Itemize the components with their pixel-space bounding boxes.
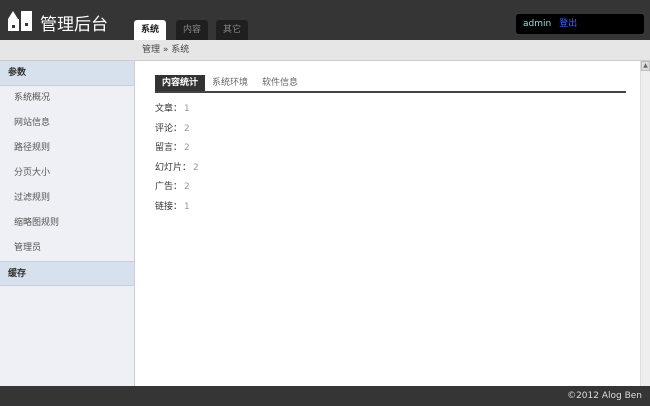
sidebar-item-overview[interactable]: 系统概况 bbox=[0, 86, 134, 111]
stat-row: 广告： 2 bbox=[155, 179, 199, 199]
stat-value: 2 bbox=[193, 162, 199, 173]
stat-label: 留言： bbox=[155, 143, 183, 153]
scrollbar[interactable]: ▲ bbox=[640, 61, 650, 386]
stat-row: 幻灯片： 2 bbox=[155, 160, 199, 180]
scroll-up-icon[interactable]: ▲ bbox=[641, 61, 650, 71]
stat-label: 评论： bbox=[155, 123, 183, 134]
tab-system-env[interactable]: 系统环境 bbox=[205, 75, 255, 91]
content-tabs: 内容统计 系统环境 软件信息 bbox=[155, 75, 626, 93]
stat-row: 评论： 2 bbox=[155, 121, 199, 141]
stat-label: 幻灯片： bbox=[155, 162, 192, 173]
footer: ©2012 Alog Ben bbox=[0, 386, 650, 406]
stat-label: 链接： bbox=[155, 201, 183, 212]
sidebar-section-cache[interactable]: 缓存 bbox=[0, 261, 134, 286]
app-title: 管理后台 bbox=[40, 15, 108, 35]
tab-content-stats[interactable]: 内容统计 bbox=[155, 75, 206, 91]
header: 管理后台 系统 内容 其它 admin 登出 bbox=[0, 0, 650, 40]
stat-row: 留言： 2 bbox=[155, 140, 199, 160]
sidebar-item-admins[interactable]: 管理员 bbox=[0, 236, 134, 261]
stat-value: 1 bbox=[184, 201, 190, 212]
username: admin bbox=[523, 19, 552, 29]
stat-value: 1 bbox=[184, 104, 190, 114]
stat-label: 文章： bbox=[155, 104, 183, 114]
tab-content[interactable]: 内容 bbox=[176, 20, 208, 40]
tab-software-info[interactable]: 软件信息 bbox=[255, 75, 305, 91]
sidebar-item-page-size[interactable]: 分页大小 bbox=[0, 161, 134, 186]
sidebar: 参数 系统概况 网站信息 路径规则 分页大小 过滤规则 缩略图规则 管理员 缓存 bbox=[0, 61, 135, 386]
sidebar-item-path-rules[interactable]: 路径规则 bbox=[0, 136, 134, 161]
breadcrumb: 管理 » 系统 bbox=[0, 40, 650, 61]
sidebar-section-params[interactable]: 参数 bbox=[0, 61, 134, 86]
sidebar-item-thumbnail-rules[interactable]: 缩略图规则 bbox=[0, 211, 134, 236]
logout-link[interactable]: 登出 bbox=[559, 19, 577, 29]
stat-row: 链接： 1 bbox=[155, 199, 199, 219]
tab-system[interactable]: 系统 bbox=[134, 20, 166, 40]
stat-value: 2 bbox=[184, 123, 190, 134]
stat-row: 文章： 1 bbox=[155, 101, 199, 121]
user-box: admin 登出 bbox=[516, 14, 644, 34]
main-content: 内容统计 系统环境 软件信息 文章： 1 评论： 2 留言： 2 幻灯片： 2 广告： 2… bbox=[135, 61, 640, 386]
stat-label: 广告： bbox=[155, 182, 183, 192]
stat-value: 2 bbox=[184, 182, 190, 192]
tab-other[interactable]: 其它 bbox=[216, 20, 248, 40]
sidebar-item-site-info[interactable]: 网站信息 bbox=[0, 111, 134, 136]
stats-list: 文章： 1 评论： 2 留言： 2 幻灯片： 2 广告： 2 链接： 1 bbox=[155, 101, 199, 218]
stat-value: 2 bbox=[184, 143, 190, 153]
logo-icon bbox=[8, 11, 32, 31]
sidebar-item-filter-rules[interactable]: 过滤规则 bbox=[0, 186, 134, 211]
